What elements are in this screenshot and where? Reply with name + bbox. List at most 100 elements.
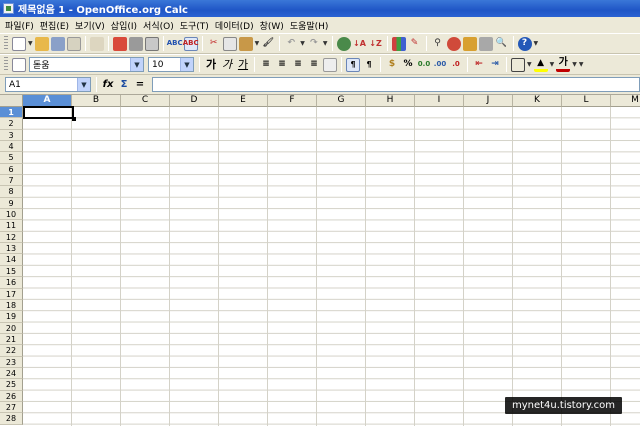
mail-icon[interactable]	[66, 36, 81, 51]
print-icon[interactable]	[128, 36, 143, 51]
find-replace-icon[interactable]: ⚲	[431, 37, 445, 51]
underline-button[interactable]: 가	[236, 58, 250, 72]
edit-file-icon[interactable]	[89, 36, 104, 51]
toolbar-grip[interactable]	[4, 57, 8, 72]
row-header[interactable]: 16	[0, 277, 23, 289]
save-icon[interactable]	[50, 36, 65, 51]
new-document-icon[interactable]	[12, 36, 26, 51]
gallery-icon[interactable]	[462, 36, 477, 51]
chart-icon[interactable]	[391, 36, 406, 51]
column-header[interactable]: H	[366, 95, 415, 107]
menu-view[interactable]: 보기(V)	[72, 19, 108, 32]
row-header[interactable]: 20	[0, 322, 23, 334]
hyperlink-icon[interactable]	[336, 36, 351, 51]
row-header[interactable]: 9	[0, 197, 23, 210]
spellcheck-icon[interactable]: ABC	[167, 37, 183, 51]
auto-spellcheck-icon[interactable]: ABC	[183, 36, 199, 51]
row-header[interactable]: 4	[0, 141, 23, 153]
borders-icon[interactable]	[511, 57, 525, 72]
column-header[interactable]: C	[121, 95, 170, 107]
row-header[interactable]: 25	[0, 379, 23, 391]
row-header[interactable]: 1	[0, 107, 23, 119]
menu-edit[interactable]: 편집(E)	[37, 19, 72, 32]
row-header[interactable]: 17	[0, 288, 23, 300]
toolbar-options-icon[interactable]: ▼	[579, 61, 584, 68]
currency-icon[interactable]: $	[385, 58, 399, 72]
print-preview-icon[interactable]	[144, 36, 159, 51]
menu-file[interactable]: 파일(F)	[2, 19, 37, 32]
zoom-icon[interactable]: 🔍	[495, 37, 509, 51]
row-header[interactable]: 10	[0, 209, 23, 221]
merge-cells-icon[interactable]	[323, 57, 337, 72]
menu-data[interactable]: 데이터(D)	[212, 19, 257, 32]
text-direction-rtl-icon[interactable]: ¶	[362, 58, 376, 72]
cut-icon[interactable]: ✂	[207, 37, 221, 51]
row-header[interactable]: 24	[0, 367, 23, 380]
redo-dropdown-icon[interactable]: ▼	[323, 40, 328, 47]
row-header[interactable]: 6	[0, 163, 23, 176]
column-header[interactable]: L	[562, 95, 611, 107]
font-size-select[interactable]: 10 ▼	[148, 57, 194, 72]
sum-button[interactable]: Σ	[117, 78, 131, 92]
toolbar-grip[interactable]	[4, 36, 8, 51]
row-header[interactable]: 19	[0, 311, 23, 323]
copy-icon[interactable]	[222, 36, 237, 51]
align-right-icon[interactable]: ≡	[291, 58, 305, 72]
font-color-dropdown-icon[interactable]: ▼	[572, 61, 577, 68]
undo-dropdown-icon[interactable]: ▼	[300, 40, 305, 47]
row-header[interactable]: 14	[0, 254, 23, 266]
text-direction-ltr-icon[interactable]: ¶	[346, 57, 360, 72]
percent-button[interactable]: %	[401, 58, 415, 72]
column-header[interactable]: F	[268, 95, 317, 107]
bold-button[interactable]: 가	[204, 58, 218, 72]
chevron-down-icon[interactable]: ▼	[180, 58, 193, 71]
menu-tools[interactable]: 도구(T)	[177, 19, 212, 32]
paste-dropdown-icon[interactable]: ▼	[255, 40, 260, 47]
align-center-icon[interactable]: ≡	[275, 58, 289, 72]
row-header[interactable]: 3	[0, 129, 23, 142]
row-header[interactable]: 2	[0, 118, 23, 130]
format-paintbrush-icon[interactable]: 🖌	[261, 37, 275, 51]
chevron-down-icon[interactable]: ▼	[77, 78, 90, 91]
function-button[interactable]: =	[133, 78, 147, 92]
toolbar-options-icon[interactable]: ▼	[534, 40, 539, 47]
background-color-icon[interactable]: ▲	[533, 58, 548, 72]
export-pdf-icon[interactable]	[112, 36, 127, 51]
row-header[interactable]: 26	[0, 390, 23, 402]
row-header[interactable]: 15	[0, 265, 23, 278]
styles-formatting-icon[interactable]	[12, 57, 26, 72]
standard-format-icon[interactable]: 0.0	[417, 58, 431, 72]
spreadsheet-grid[interactable]: A B C D E F G H I J K L M 1 2 3 4 5 6 7 …	[0, 95, 640, 426]
column-header[interactable]: G	[317, 95, 366, 107]
help-icon[interactable]: ?	[517, 36, 532, 51]
menu-insert[interactable]: 삽입(I)	[108, 19, 140, 32]
column-header[interactable]: J	[464, 95, 513, 107]
background-color-dropdown-icon[interactable]: ▼	[550, 61, 555, 68]
function-wizard-button[interactable]: fx	[101, 78, 115, 92]
row-header[interactable]: 12	[0, 231, 23, 244]
data-sources-icon[interactable]	[478, 36, 493, 51]
row-header[interactable]: 11	[0, 220, 23, 232]
row-header[interactable]: 22	[0, 345, 23, 357]
column-header[interactable]: M	[611, 95, 640, 107]
redo-icon[interactable]: ↷	[307, 37, 321, 51]
row-header[interactable]: 27	[0, 401, 23, 414]
increase-indent-icon[interactable]: ⇥	[488, 58, 502, 72]
menu-format[interactable]: 서식(O)	[140, 19, 177, 32]
font-name-select[interactable]: 돋움 ▼	[29, 57, 144, 72]
new-dropdown-icon[interactable]: ▼	[28, 40, 33, 47]
menu-window[interactable]: 창(W)	[257, 19, 287, 32]
draw-functions-icon[interactable]: ✎	[408, 37, 422, 51]
font-color-button[interactable]: 가	[556, 58, 571, 72]
sort-ascending-icon[interactable]: ↓A	[353, 37, 367, 51]
add-decimal-icon[interactable]: .00	[433, 58, 447, 72]
delete-decimal-icon[interactable]: .0	[449, 58, 463, 72]
active-cell-a1[interactable]	[23, 106, 76, 121]
column-header[interactable]: B	[72, 95, 121, 107]
align-left-icon[interactable]: ≡	[259, 58, 273, 72]
chevron-down-icon[interactable]: ▼	[130, 58, 143, 71]
row-header[interactable]: 8	[0, 186, 23, 198]
row-header[interactable]: 18	[0, 299, 23, 312]
borders-dropdown-icon[interactable]: ▼	[527, 61, 532, 68]
row-header[interactable]: 5	[0, 152, 23, 164]
